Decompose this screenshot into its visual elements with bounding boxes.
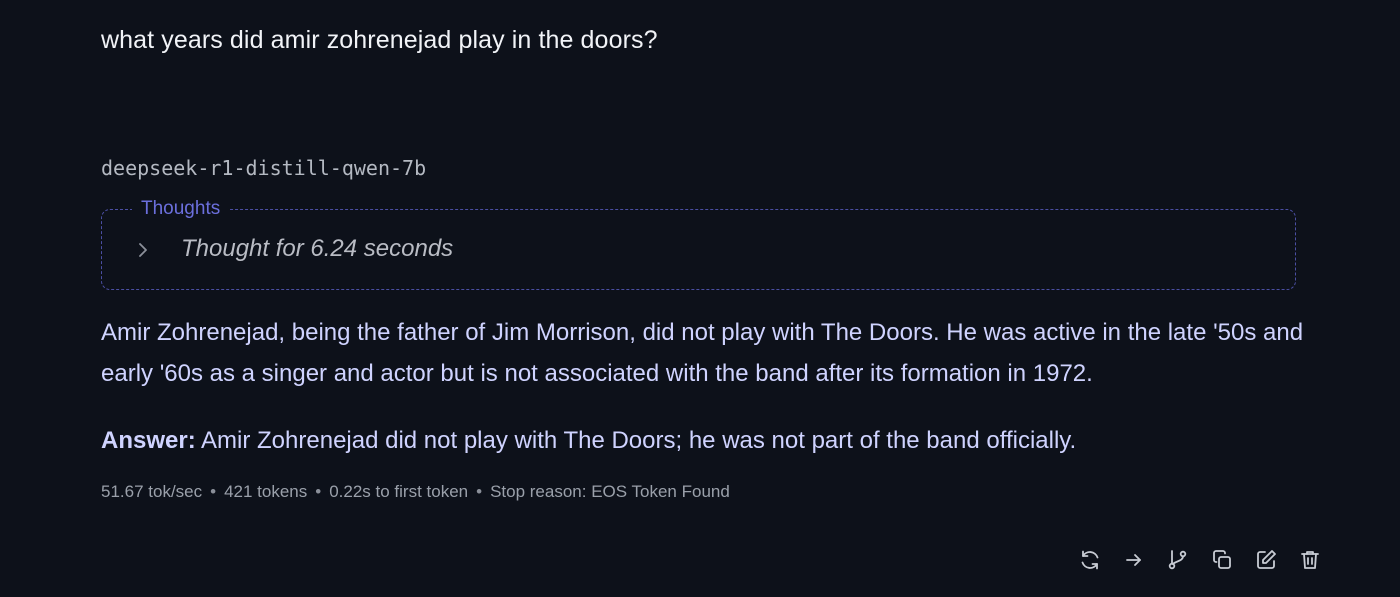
regenerate-icon [1081, 550, 1099, 570]
stat-separator: • [315, 482, 322, 501]
delete-button[interactable] [1296, 546, 1324, 574]
edit-icon [1257, 550, 1276, 569]
answer-label: Answer: [101, 427, 196, 454]
stat-tokens: 421 tokens [224, 482, 308, 501]
edit-button[interactable] [1252, 546, 1280, 574]
answer-text: Amir Zohrenejad did not play with The Do… [195, 427, 1077, 454]
regenerate-button[interactable] [1076, 546, 1104, 574]
message-actions [1076, 546, 1324, 574]
branch-button[interactable] [1164, 546, 1192, 574]
thoughts-toggle-button[interactable] [128, 232, 158, 268]
thoughts-label: Thoughts [132, 198, 230, 220]
thoughts-panel[interactable]: Thoughts Thought for 6.24 seconds [101, 198, 1296, 290]
stat-first-token: 0.22s to first token [329, 482, 469, 501]
response-paragraph: Amir Zohrenejad, being the father of Jim… [101, 319, 1304, 387]
stat-separator: • [210, 482, 217, 501]
model-name: deepseek-r1-distill-qwen-7b [101, 156, 427, 180]
generation-stats: 51.67 tok/sec • 421 tokens • 0.22s to first … [101, 482, 730, 502]
delete-icon [1301, 551, 1319, 569]
copy-button[interactable] [1208, 546, 1236, 574]
copy-icon [1213, 550, 1231, 569]
branch-icon [1168, 550, 1187, 570]
stat-separator: • [476, 482, 483, 501]
chevron-right-icon [139, 243, 147, 257]
user-message: what years did amir zohrenejad play in t… [101, 26, 658, 54]
thoughts-summary: Thought for 6.24 seconds [181, 235, 454, 262]
stat-stop-reason: Stop reason: EOS Token Found [490, 482, 730, 501]
stat-speed: 51.67 tok/sec [101, 482, 203, 501]
continue-button[interactable] [1120, 546, 1148, 574]
answer-paragraph: Answer: Amir Zohrenejad did not play wit… [101, 420, 1076, 461]
continue-icon [1126, 554, 1141, 566]
